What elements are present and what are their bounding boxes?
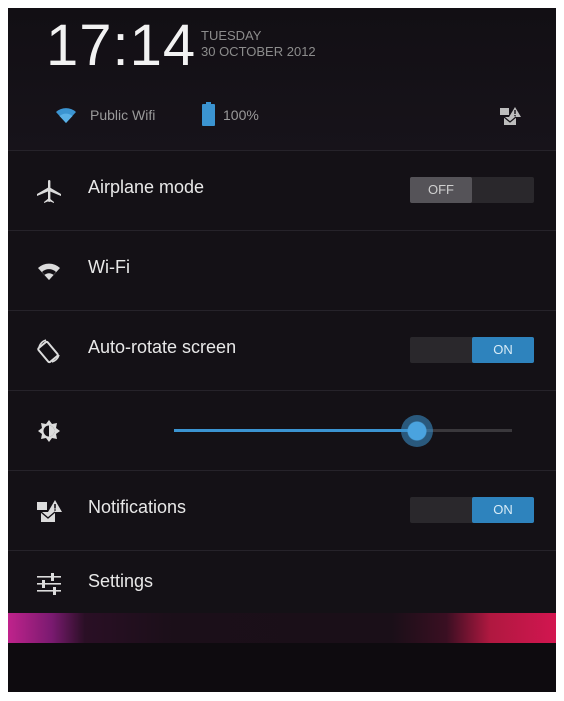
wifi-icon [38, 263, 60, 280]
wifi-label: Wi-Fi [88, 257, 130, 277]
battery-level: 100% [223, 107, 259, 123]
status-header: 17:14 TUESDAY 30 OCTOBER 2012 Public Wif… [8, 8, 556, 150]
brightness-icon [38, 420, 60, 442]
brightness-slider-thumb[interactable] [401, 415, 433, 447]
notifications-icon [37, 500, 62, 522]
date-label[interactable]: 30 OCTOBER 2012 [201, 44, 316, 60]
settings-row[interactable]: Settings [8, 550, 556, 614]
wallpaper-strip [8, 613, 556, 643]
auto-rotate-toggle[interactable]: ON [410, 337, 534, 363]
weekday-label: TUESDAY [201, 28, 262, 43]
toggle-on-state: ON [472, 497, 534, 523]
brightness-slider-fill [174, 429, 417, 432]
brightness-slider[interactable] [174, 415, 512, 447]
rotate-icon [37, 339, 60, 364]
auto-rotate-label: Auto-rotate screen [88, 337, 237, 357]
wifi-icon [56, 108, 76, 123]
settings-label: Settings [88, 571, 154, 591]
wifi-row[interactable]: Wi-Fi [8, 230, 556, 310]
notifications-label: Notifications [88, 497, 187, 517]
airplane-icon [37, 180, 61, 203]
airplane-mode-toggle[interactable]: OFF [410, 177, 534, 203]
notifications-icon[interactable] [500, 106, 522, 126]
battery-icon [202, 102, 215, 126]
settings-sliders-icon [37, 573, 61, 595]
toggle-off-state: OFF [410, 177, 472, 203]
notification-shade: 17:14 TUESDAY 30 OCTOBER 2012 Public Wif… [8, 8, 556, 692]
auto-rotate-row[interactable]: Auto-rotate screen ON [8, 310, 556, 390]
clock-time[interactable]: 17:14 [46, 12, 196, 79]
toggle-on-state: ON [472, 337, 534, 363]
airplane-mode-row[interactable]: Airplane mode OFF [8, 150, 556, 230]
network-name: Public Wifi [90, 107, 156, 123]
notifications-row[interactable]: Notifications ON [8, 470, 556, 550]
shade-handle[interactable] [8, 643, 556, 692]
notifications-toggle[interactable]: ON [410, 497, 534, 523]
brightness-row [8, 390, 556, 470]
airplane-mode-label: Airplane mode [88, 177, 205, 197]
